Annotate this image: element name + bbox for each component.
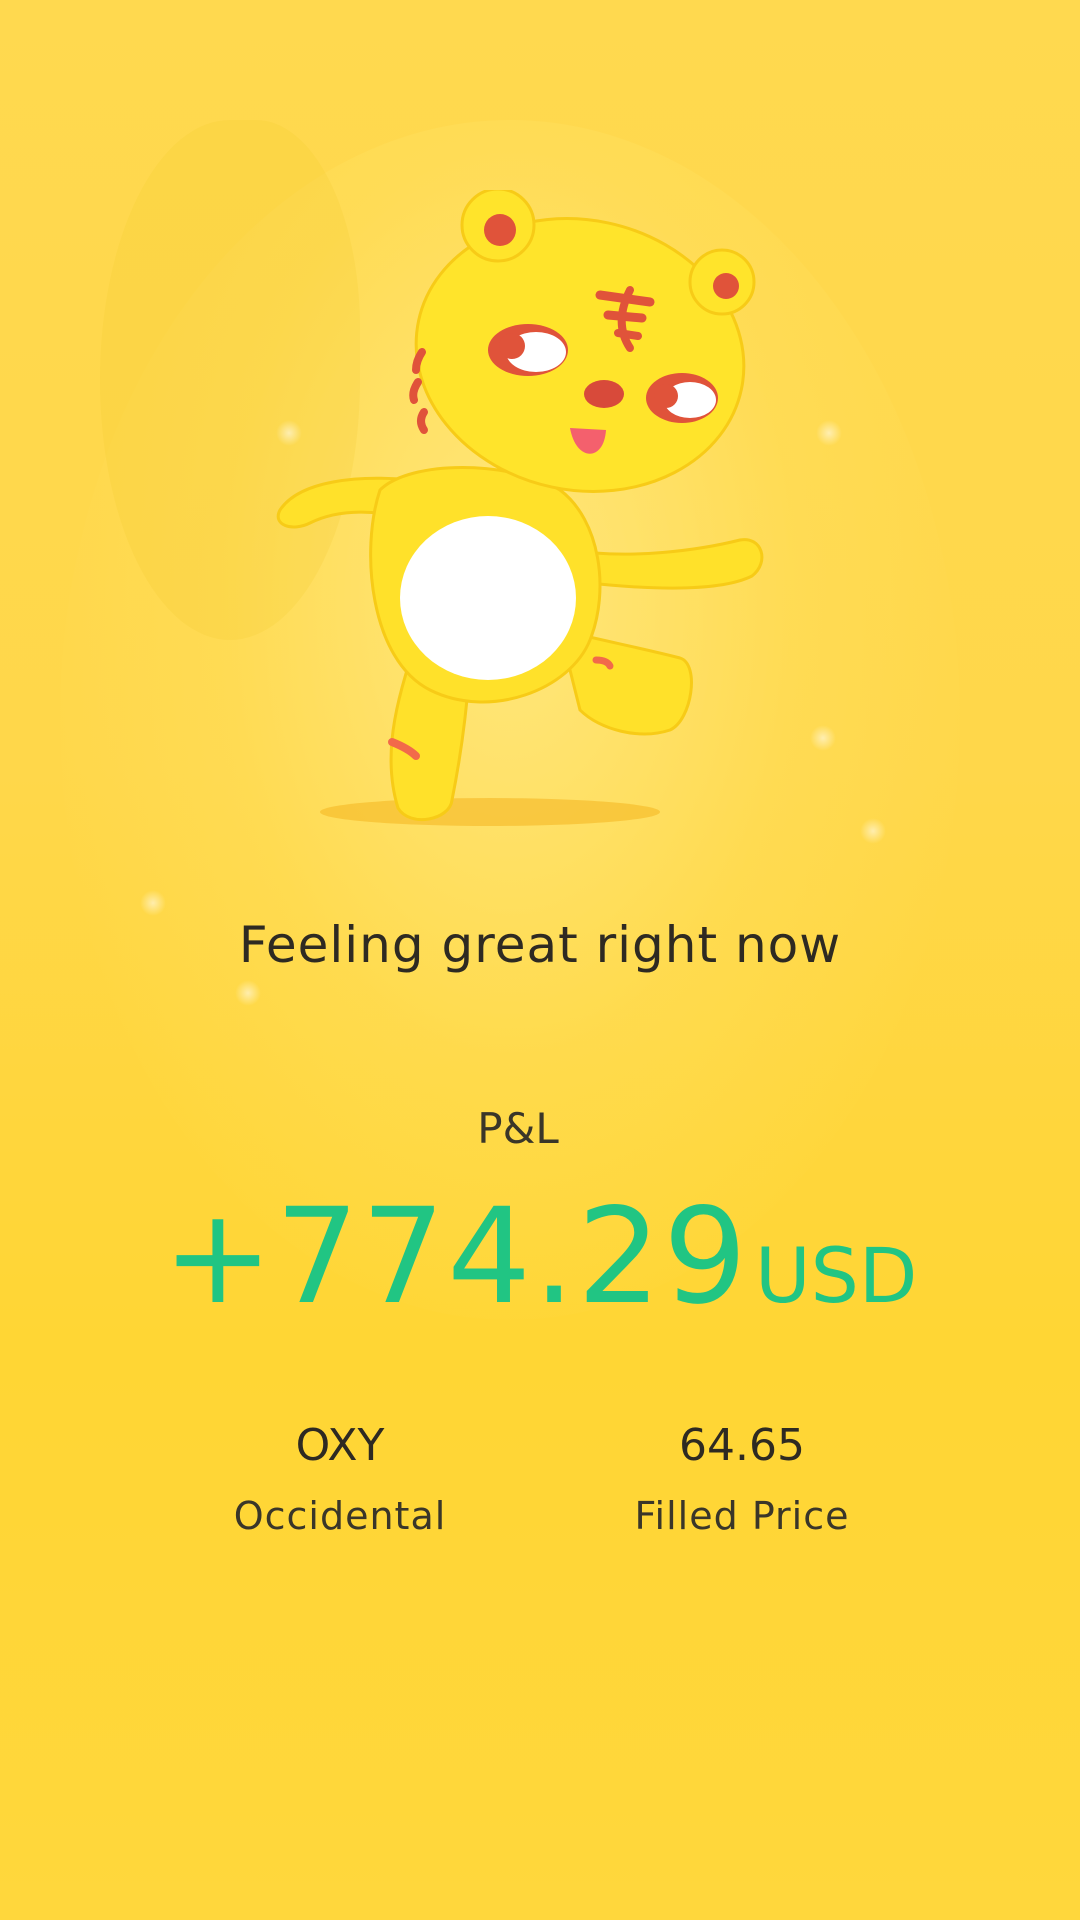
- company-name: Occidental: [233, 1494, 447, 1538]
- tiger-mascot-icon: [276, 190, 764, 826]
- pnl-value-row: +774.29USD: [0, 1180, 1080, 1334]
- filled-price-info: 64.65 Filled Price: [542, 1418, 942, 1540]
- stock-info: OXY Occidental: [140, 1418, 540, 1540]
- share-card: Feeling great right now P&L +774.29USD O…: [0, 0, 1080, 1920]
- sparkle-decoration: [140, 890, 166, 916]
- stock-symbol: OXY: [295, 1420, 385, 1471]
- mood-headline: Feeling great right now: [238, 916, 842, 974]
- filled-price-label: Filled Price: [634, 1494, 850, 1538]
- pnl-currency: USD: [755, 1231, 918, 1320]
- pnl-value: +774.29: [162, 1180, 750, 1334]
- pnl-label: P&L: [477, 1104, 559, 1153]
- sparkle-decoration: [235, 980, 261, 1006]
- filled-price-value: 64.65: [679, 1420, 805, 1471]
